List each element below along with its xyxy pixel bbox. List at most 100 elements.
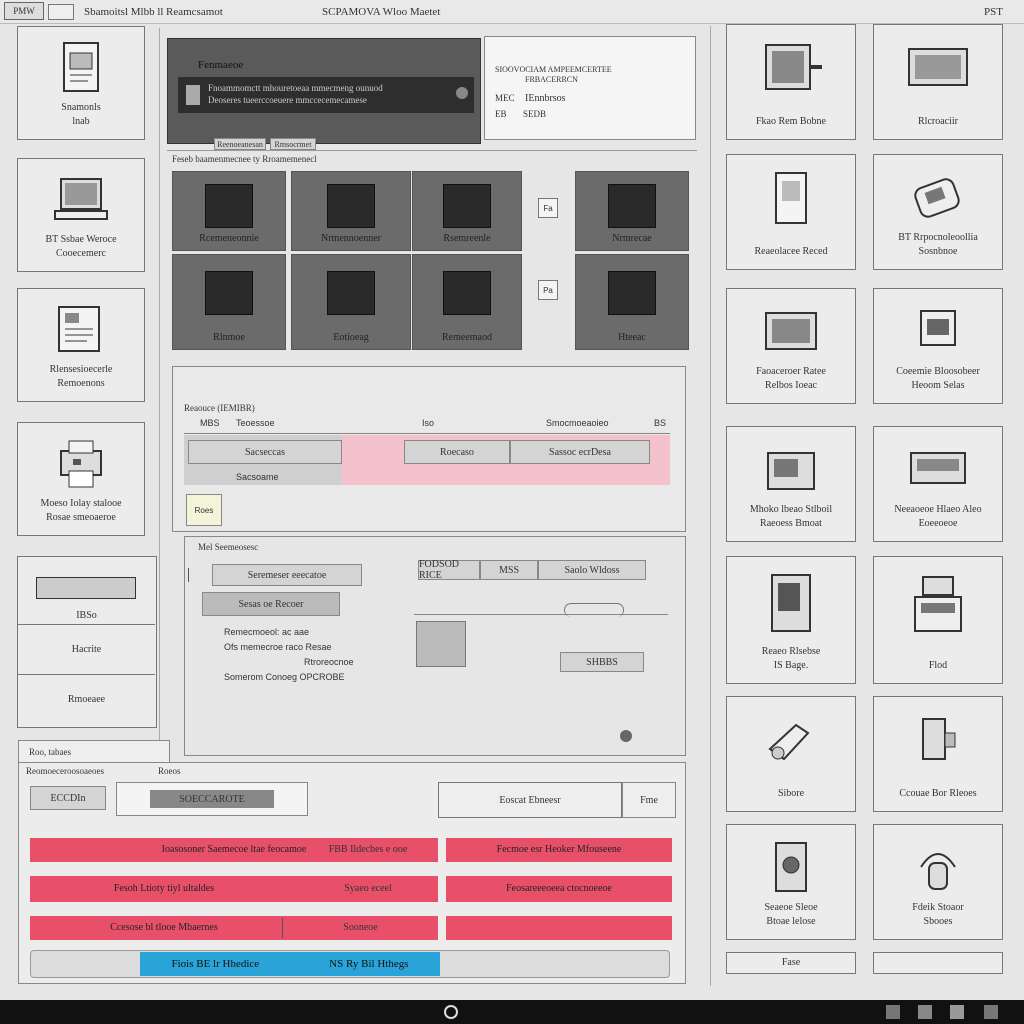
left-card-3[interactable]: Rlensesioecerle Remoenons <box>17 288 145 402</box>
left-card-1[interactable]: Snamonls lnab <box>17 26 145 140</box>
right-card-8[interactable]: Neeaoeoe Hlaeo Aleo Eoeeoeoe <box>873 426 1003 542</box>
right-divider <box>710 26 711 986</box>
red-row-2-far[interactable]: Feosareeeoeea ctocnoeeoe <box>446 876 672 902</box>
right-bottom-card-2[interactable] <box>873 952 1003 974</box>
bottom-input-button[interactable]: Fme <box>622 782 676 818</box>
red-row-1-right-label: FBB Ildecbes e ooe <box>328 844 408 855</box>
app-icon-2[interactable] <box>918 1005 932 1019</box>
form-icon <box>18 301 144 361</box>
right-card-11[interactable]: Sibore <box>726 696 856 812</box>
right-card-7[interactable]: Mhoko lbeao Stlboil Raeoess Bmoat <box>726 426 856 542</box>
divider <box>167 150 697 151</box>
keyboard-icon <box>874 439 1002 503</box>
app-icon-3[interactable] <box>950 1005 964 1019</box>
right-card-4[interactable]: BT Rrpocnoleoollia Sosnbnoe <box>873 154 1003 270</box>
panel-1-row-button[interactable]: Sacseccas <box>188 440 342 464</box>
bottom-tab-1[interactable]: Roo, tabaes <box>18 740 170 764</box>
panel-2-field-1[interactable]: Seremeser eeecatoe <box>212 564 362 586</box>
panel-1-header: MBS Teoessoe Iso Smocmoeaoieo BS <box>184 414 670 434</box>
bottom-control-2-label: SOECCAROTE <box>150 790 274 808</box>
right-card-6[interactable]: Coeemie Bloosobeer Heoom Selas <box>873 288 1003 404</box>
right-card-2-label: Rlcroaciir <box>918 116 958 127</box>
small-icon-2[interactable]: Pa <box>538 280 558 300</box>
panel-1-tag[interactable]: Roes <box>186 494 222 526</box>
tile-5-thumb-icon <box>205 271 253 315</box>
tile-5[interactable]: Rlnmoe <box>172 254 286 350</box>
right-card-1[interactable]: Fkao Rem Bobne <box>726 24 856 140</box>
tile-3-label: Rsemreenle <box>443 233 491 244</box>
right-card-9[interactable]: Reaeo Rlsebse IS Bage. <box>726 556 856 684</box>
app-logo[interactable]: PMW <box>4 2 44 20</box>
menu-title-1[interactable]: Sbamoitsl Mlbb ll <box>84 6 163 18</box>
right-card-2[interactable]: Rlcroaciir <box>873 24 1003 140</box>
left-card-4[interactable]: Moeso Iolay stalooe Rosae smeoaeroe <box>17 422 145 536</box>
right-card-3[interactable]: Reaeolacee Reced <box>726 154 856 270</box>
panel-1-col-4: Smocmoeaoieo <box>546 418 609 428</box>
red-row-1-left-label: Ioasosoner Saemecoe ltae feocamoe <box>161 844 307 855</box>
bottom-control-1[interactable]: ECCDIn <box>30 786 106 810</box>
left-card-2[interactable]: BT Ssbae Weroce Cooecemerc <box>17 158 145 272</box>
tile-2[interactable]: Nrmennoenner <box>291 171 411 251</box>
left-stack-item-2[interactable]: Hacrite <box>18 625 155 675</box>
left-stack: IBSo Hacrite Rmoeaee <box>17 556 157 728</box>
hero-button-1[interactable]: Reenoeanesan <box>214 138 266 150</box>
left-stack-item-3[interactable]: Rmoeaee <box>18 675 155 725</box>
panel-2-select-3[interactable]: Saolo Wldoss <box>538 560 646 580</box>
window-title: SCPAMOVA Wloo Maetet <box>322 6 441 18</box>
bottom-input[interactable]: Eoscat Ebneesr <box>438 782 622 818</box>
small-icon-1[interactable]: Fa <box>538 198 558 218</box>
panel-2-title: Mel Seemeosesc <box>198 542 259 552</box>
hero-button-2[interactable]: Rmsocrmet <box>270 138 316 150</box>
info-box: SIOOVOCIAM AMPEEMCERTEE FRBACERRCN MEC I… <box>484 36 696 140</box>
panel-2-button[interactable]: SHBBS <box>560 652 644 672</box>
tile-6[interactable]: Eotioeag <box>291 254 411 350</box>
info-n2: EB <box>495 109 507 119</box>
left-card-4-label: Moeso Iolay stalooe Rosae smeoaeroe <box>40 498 122 523</box>
tile-1[interactable]: Rcemeneonnie <box>172 171 286 251</box>
slider-icon[interactable] <box>564 603 624 617</box>
right-card-14[interactable]: Fdeik Stoaor Sbooes <box>873 824 1003 940</box>
right-card-7-label: Mhoko lbeao Stlboil Raeoess Bmoat <box>749 504 833 529</box>
monitor-icon <box>727 37 855 101</box>
tools-icon <box>727 709 855 773</box>
primary-blue-button[interactable]: Fiois BE lr Hhedice NS Ry Bil Hthegs <box>140 952 440 976</box>
right-card-14-label: Fdeik Stoaor Sbooes <box>912 902 964 927</box>
right-card-10[interactable]: Flod <box>873 556 1003 684</box>
right-card-5[interactable]: Faoaceroer Ratee Relbos Ioeac <box>726 288 856 404</box>
toolbar-icon[interactable] <box>48 4 74 20</box>
menu-title-2[interactable]: Reamcsamot <box>166 6 223 18</box>
tile-7[interactable]: Remeemaod <box>412 254 522 350</box>
panel-2-field-2[interactable]: Sesas oe Recoer <box>202 592 340 616</box>
red-row-1-right: FBB Ildecbes e ooe <box>300 838 436 862</box>
document-tower-icon <box>727 167 855 231</box>
laptop-icon <box>18 171 144 231</box>
bottom-control-2[interactable]: SOECCAROTE <box>116 782 308 816</box>
tile-3[interactable]: Rsemreenle <box>412 171 522 251</box>
right-bottom-card[interactable]: Fase <box>726 952 856 974</box>
right-card-13[interactable]: Seaeoe Sleoe Btoae lelose <box>726 824 856 940</box>
hero-title: Fenmaeoe <box>198 59 244 71</box>
handheld-icon <box>874 167 1002 231</box>
tile-8[interactable]: Hteeac <box>575 254 689 350</box>
info-line-1: SIOOVOCIAM AMPEEMCERTEE <box>495 65 612 74</box>
hero-banner: Fenmaeoe Fnoammomctt mhouretoeaa mmecmen… <box>167 38 481 144</box>
indicator-icon <box>620 730 632 742</box>
left-stack-device[interactable]: IBSo <box>18 557 155 625</box>
panel-1-col-3: Iso <box>422 418 435 428</box>
taskbar <box>0 1000 1024 1024</box>
panel-1-row-button-3[interactable]: Sassoc ecrDesa <box>510 440 650 464</box>
hero-play-icon[interactable] <box>456 87 468 99</box>
red-row-1-far[interactable]: Fecmoe esr Heoker Mfouseene <box>446 838 672 862</box>
right-card-1-label: Fkao Rem Bobne <box>756 116 826 127</box>
panel-1-row-button-2[interactable]: Roecaso <box>404 440 510 464</box>
app-icon-4[interactable] <box>984 1005 998 1019</box>
tile-4[interactable]: Nrmrecae <box>575 171 689 251</box>
app-icon-1[interactable] <box>886 1005 900 1019</box>
red-row-3-far[interactable] <box>446 916 672 940</box>
corner-label[interactable]: PST <box>984 6 1003 18</box>
right-card-12[interactable]: Ccouae Bor Rleoes <box>873 696 1003 812</box>
panel-2-select-2[interactable]: MSS <box>480 560 538 580</box>
right-card-12-label: Ccouae Bor Rleoes <box>899 788 977 799</box>
circle-icon[interactable] <box>444 1005 458 1019</box>
panel-2-select-1[interactable]: FODSOD RICE <box>418 559 480 581</box>
